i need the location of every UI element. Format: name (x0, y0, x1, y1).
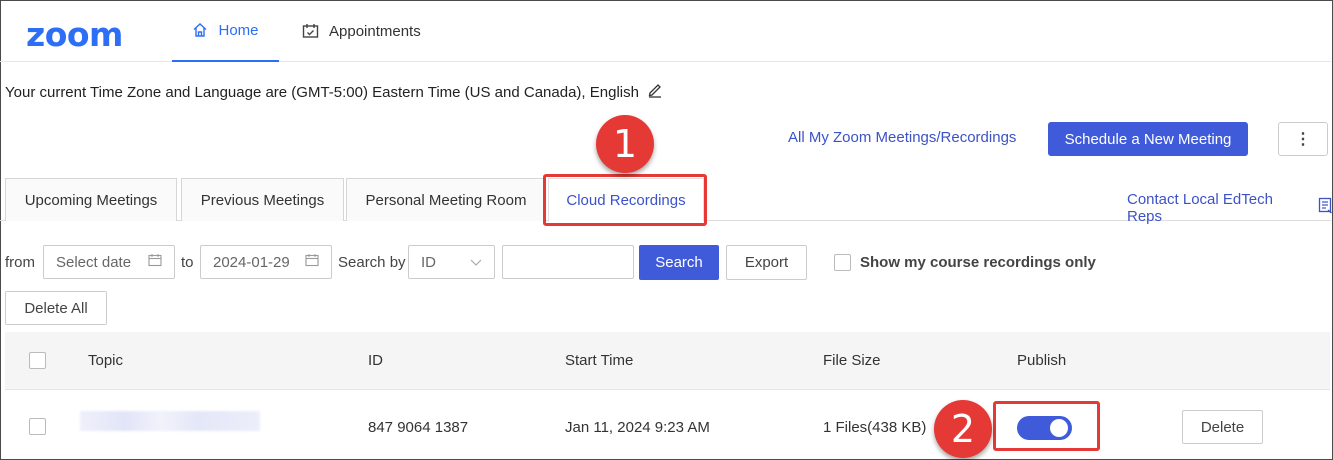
calendar-icon (302, 23, 319, 39)
header-topic[interactable]: Topic (88, 352, 123, 369)
export-button[interactable]: Export (726, 245, 807, 280)
to-date-value: 2024-01-29 (213, 253, 290, 271)
nav-tab-appointments[interactable]: Appointments (302, 0, 421, 62)
step-marker-2: 2 (934, 400, 992, 458)
checkbox-box[interactable] (834, 254, 851, 271)
header-file-size[interactable]: File Size (823, 352, 881, 369)
tab-previous-meetings[interactable]: Previous Meetings (181, 178, 344, 221)
schedule-meeting-button[interactable]: Schedule a New Meeting (1048, 122, 1248, 156)
timezone-info: Your current Time Zone and Language are … (5, 82, 663, 102)
start-time: Jan 11, 2024 9:23 AM (565, 419, 710, 436)
zoom-logo[interactable]: zoom (26, 17, 123, 53)
recordings-table-header: Topic ID Start Time File Size Publish (5, 332, 1330, 390)
delete-button[interactable]: Delete (1182, 410, 1263, 444)
to-label: to (181, 254, 194, 271)
tab-personal-meeting-room[interactable]: Personal Meeting Room (346, 178, 546, 221)
search-by-select[interactable]: ID (408, 245, 495, 279)
meeting-id: 847 9064 1387 (368, 419, 469, 436)
highlight-publish-toggle (993, 401, 1100, 451)
from-date-input[interactable]: Select date (43, 245, 175, 279)
header-id[interactable]: ID (368, 352, 383, 369)
search-input[interactable] (502, 245, 634, 279)
from-date-placeholder: Select date (56, 253, 132, 271)
row-checkbox[interactable] (29, 418, 46, 435)
contact-edtech-label: Contact Local EdTech Reps (1127, 191, 1273, 225)
nav-tab-appointments-label: Appointments (329, 22, 421, 40)
home-icon (192, 22, 208, 38)
search-button[interactable]: Search (639, 245, 719, 280)
more-options-button[interactable]: ⋮ (1278, 122, 1328, 156)
all-meetings-recordings-link[interactable]: All My Zoom Meetings/Recordings (788, 129, 1016, 146)
nav-tab-home[interactable]: Home (172, 0, 279, 62)
select-all-checkbox[interactable] (29, 352, 46, 369)
file-size-link[interactable]: 1 Files(438 KB) (823, 419, 926, 436)
tab-upcoming-meetings[interactable]: Upcoming Meetings (5, 178, 177, 221)
topic-redacted[interactable] (80, 411, 260, 431)
course-recordings-only-label: Show my course recordings only (860, 254, 1096, 271)
table-row: 847 9064 1387 Jan 11, 2024 9:23 AM 1 Fil… (5, 391, 1330, 460)
chevron-down-icon (470, 254, 482, 271)
step-marker-1: 1 (596, 115, 654, 173)
search-by-value: ID (421, 253, 436, 271)
search-by-label: Search by (338, 254, 406, 271)
from-label: from (5, 254, 35, 271)
top-nav: zoom Home Appointments (0, 0, 1331, 62)
contact-edtech-link[interactable]: Contact Local EdTech Reps (1127, 191, 1333, 225)
calendar-icon (305, 253, 319, 271)
header-publish[interactable]: Publish (1017, 352, 1066, 369)
timezone-text: Your current Time Zone and Language are … (5, 83, 639, 101)
calendar-icon (148, 253, 162, 271)
to-date-input[interactable]: 2024-01-29 (200, 245, 332, 279)
contact-card-icon (1318, 197, 1333, 219)
course-recordings-only-checkbox[interactable]: Show my course recordings only (834, 254, 1096, 271)
header-start-time[interactable]: Start Time (565, 352, 633, 369)
edit-pencil-icon[interactable] (647, 82, 663, 102)
nav-tab-home-label: Home (218, 21, 259, 39)
highlight-cloud-recordings (543, 174, 707, 226)
delete-all-button[interactable]: Delete All (5, 291, 107, 325)
